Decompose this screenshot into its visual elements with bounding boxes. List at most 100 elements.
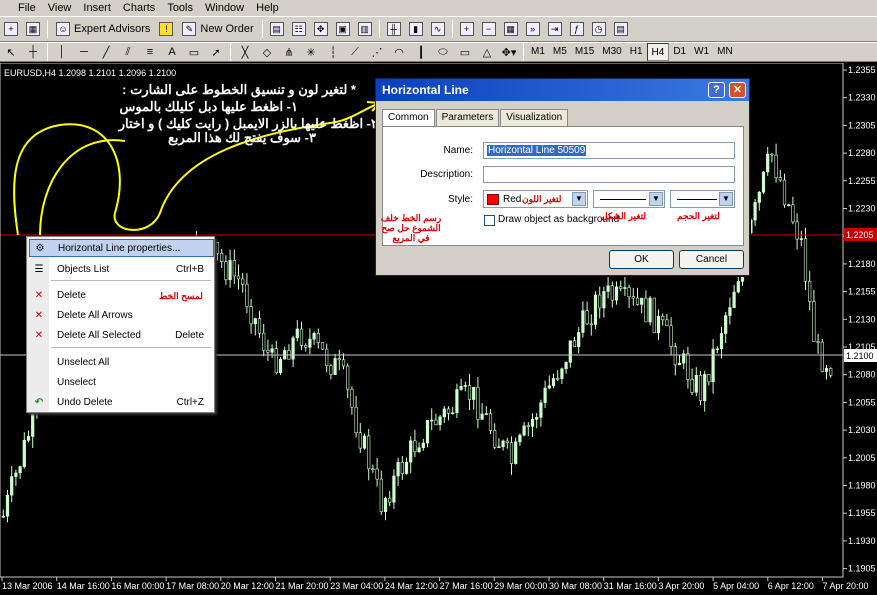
- tab-common[interactable]: Common: [382, 109, 435, 127]
- help-button[interactable]: ?: [708, 82, 725, 98]
- hline-price-label: 1.2205: [846, 230, 874, 240]
- fibo-time-button[interactable]: ┃: [411, 42, 431, 62]
- tab-parameters[interactable]: Parameters: [435, 109, 500, 126]
- annotation-curve: [39, 139, 126, 236]
- menu-insert[interactable]: Insert: [77, 0, 117, 16]
- indicators-button[interactable]: ƒ: [567, 19, 587, 39]
- chart-shift-button[interactable]: ⇥: [545, 19, 565, 39]
- menu-item-undo-delete[interactable]: ↶ Undo Delete Ctrl+Z: [29, 393, 214, 411]
- line-studies-button[interactable]: ╳: [235, 42, 255, 62]
- templates-button[interactable]: ▤: [611, 19, 631, 39]
- label-button[interactable]: ▭: [184, 42, 204, 62]
- color-select[interactable]: Red لتغير اللون ▼: [483, 190, 588, 208]
- close-button[interactable]: ✕: [729, 82, 746, 98]
- tile-windows-button[interactable]: ▦: [501, 19, 521, 39]
- menu-window[interactable]: Window: [199, 0, 250, 16]
- candle-body: [543, 387, 547, 404]
- periods-button[interactable]: ◷: [589, 19, 609, 39]
- tab-visualization[interactable]: Visualization: [500, 109, 569, 126]
- timeframe-mn[interactable]: MN: [713, 43, 737, 61]
- gann-button[interactable]: ✳: [301, 42, 321, 62]
- line-chart-button[interactable]: ∿: [428, 19, 448, 39]
- alert-button[interactable]: !: [156, 19, 176, 39]
- line-style-select[interactable]: ▼: [593, 190, 665, 208]
- fibo-arcs-button[interactable]: ◠: [389, 42, 409, 62]
- zoom-in-button[interactable]: +: [457, 19, 477, 39]
- menu-charts[interactable]: Charts: [117, 0, 161, 16]
- cancel-button[interactable]: Cancel: [679, 250, 744, 269]
- timeframe-h4[interactable]: H4: [646, 43, 670, 61]
- candle-body: [497, 446, 501, 449]
- text-button[interactable]: A: [162, 42, 182, 62]
- timeframe-m15[interactable]: M15: [571, 43, 598, 61]
- menu-file[interactable]: File: [0, 0, 42, 16]
- timeframe-m5[interactable]: M5: [549, 43, 571, 61]
- menu-item-properties[interactable]: ⚙ Horizontal Line properties...: [29, 239, 214, 257]
- candle-body: [476, 386, 480, 420]
- timeframe-m30[interactable]: M30: [598, 43, 625, 61]
- price-label: 1.2005: [848, 453, 876, 463]
- draw-tools-button[interactable]: ✥▾: [499, 42, 519, 62]
- menu-view[interactable]: View: [42, 0, 78, 16]
- time-label: 14 Mar 16:00: [57, 581, 110, 591]
- auto-scroll-button[interactable]: »: [523, 19, 543, 39]
- menu-tools[interactable]: Tools: [161, 0, 199, 16]
- new-chart-button[interactable]: +: [1, 19, 21, 39]
- tester-button[interactable]: ▥: [355, 19, 375, 39]
- new-order-button[interactable]: ✎ New Order: [178, 19, 257, 39]
- delete-note: لمسح الخط: [159, 291, 203, 301]
- candle-chart-button[interactable]: ▮: [406, 19, 426, 39]
- menu-help[interactable]: Help: [250, 0, 285, 16]
- crosshair-button[interactable]: ┼: [23, 42, 43, 62]
- andrews-pitchfork-button[interactable]: ⋔: [279, 42, 299, 62]
- bar-chart-button[interactable]: ╫: [384, 19, 404, 39]
- menu-item-objects-list[interactable]: ☰ Objects List Ctrl+B: [29, 260, 214, 278]
- triangle-button[interactable]: △: [477, 42, 497, 62]
- market-watch-button[interactable]: ▤: [267, 19, 287, 39]
- menu-item-delete-all-arrows[interactable]: ✕ Delete All Arrows: [29, 306, 214, 324]
- candle-body: [22, 440, 26, 467]
- crosshair-move-button[interactable]: ✥: [311, 19, 331, 39]
- expert-advisors-button[interactable]: ☺ Expert Advisors: [52, 19, 154, 39]
- arrows-button[interactable]: ➚: [206, 42, 226, 62]
- timeframe-h1[interactable]: H1: [626, 43, 647, 61]
- timeframe-w1[interactable]: W1: [690, 43, 713, 61]
- fibo-fan-button[interactable]: ⋰: [367, 42, 387, 62]
- dialog-tabs: Common Parameters Visualization: [382, 109, 569, 127]
- timeframe-d1[interactable]: D1: [669, 43, 690, 61]
- ellipse-button[interactable]: ⬭: [433, 42, 453, 62]
- ok-button[interactable]: OK: [609, 250, 674, 269]
- candle-body: [371, 468, 375, 471]
- rectangle-button[interactable]: ▭: [455, 42, 475, 62]
- horizontal-line-button[interactable]: ─: [74, 42, 94, 62]
- terminal-button[interactable]: ▣: [333, 19, 353, 39]
- cursor-button[interactable]: ↖: [1, 42, 21, 62]
- menu-item-unselect[interactable]: Unselect: [29, 373, 214, 391]
- menu-item-delete-all-selected[interactable]: ✕ Delete All Selected Delete: [29, 326, 214, 344]
- background-checkbox[interactable]: [484, 215, 495, 226]
- new-order-label: New Order: [200, 23, 254, 35]
- fibonacci-button[interactable]: ≡: [140, 42, 160, 62]
- tester-icon: ▥: [357, 22, 372, 36]
- trendline-button[interactable]: ╱: [96, 42, 116, 62]
- candle-body: [10, 476, 14, 496]
- description-input[interactable]: [483, 166, 735, 183]
- menu-item-unselect-all[interactable]: Unselect All: [29, 353, 214, 371]
- candle-body: [304, 345, 308, 348]
- profiles-button[interactable]: ▦: [23, 19, 43, 39]
- cycle-lines-button[interactable]: ┆: [323, 42, 343, 62]
- navigator-button[interactable]: ☷: [289, 19, 309, 39]
- candle-body: [640, 297, 644, 305]
- shapes-button[interactable]: ◇: [257, 42, 277, 62]
- name-input[interactable]: Horizontal Line 50509: [483, 142, 735, 159]
- channel-button[interactable]: ⫽: [118, 42, 138, 62]
- vertical-line-button[interactable]: │: [52, 42, 72, 62]
- context-menu: ⚙ Horizontal Line properties... ☰ Object…: [26, 236, 215, 413]
- line-width-select[interactable]: ▼: [670, 190, 735, 208]
- name-label: Name:: [443, 145, 473, 156]
- regression-button[interactable]: ⟋: [345, 42, 365, 62]
- zoom-out-button[interactable]: −: [479, 19, 499, 39]
- timeframe-m1[interactable]: M1: [527, 43, 549, 61]
- candle-body: [631, 296, 635, 299]
- price-label: 1.2230: [848, 204, 876, 214]
